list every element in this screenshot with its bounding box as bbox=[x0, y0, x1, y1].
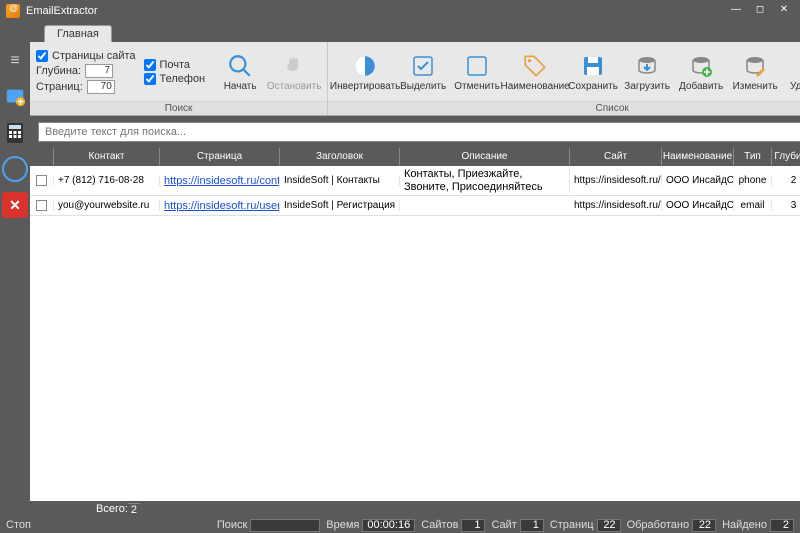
tag-icon bbox=[521, 52, 549, 80]
database-delete-icon bbox=[795, 52, 800, 80]
rename-button[interactable]: Наименование bbox=[504, 44, 566, 99]
opt-site-pages[interactable] bbox=[36, 50, 48, 62]
status-state: Стоп bbox=[6, 519, 31, 531]
save-button[interactable]: Сохранить bbox=[566, 44, 620, 99]
sidebar-badge-icon[interactable] bbox=[0, 82, 30, 112]
col-contact[interactable]: Контакт bbox=[54, 148, 160, 166]
edit-button[interactable]: Изменить bbox=[728, 44, 782, 99]
sidebar-close-icon[interactable]: ✕ bbox=[0, 190, 30, 220]
total-bar: Всего: 2 bbox=[0, 501, 800, 517]
delete-button[interactable]: Удалить bbox=[782, 44, 800, 99]
status-time: 00:00:16 bbox=[362, 519, 415, 532]
status-site: 1 bbox=[520, 519, 544, 532]
check-icon bbox=[409, 52, 437, 80]
tab-main[interactable]: Главная bbox=[44, 25, 112, 42]
save-icon bbox=[579, 52, 607, 80]
col-name[interactable]: Наименование bbox=[662, 148, 734, 166]
opt-mail[interactable] bbox=[144, 59, 156, 71]
results-grid: Контакт Страница Заголовок Описание Сайт… bbox=[30, 148, 800, 501]
invert-button[interactable]: Инвертировать bbox=[334, 44, 396, 99]
minimize-button[interactable]: — bbox=[726, 4, 746, 18]
search-input[interactable] bbox=[38, 122, 800, 142]
row-checkbox[interactable] bbox=[36, 175, 47, 186]
database-load-icon bbox=[633, 52, 661, 80]
depth-spinner[interactable]: 7 bbox=[85, 64, 113, 78]
pages-spinner[interactable]: 70 bbox=[87, 80, 115, 94]
col-description[interactable]: Описание bbox=[400, 148, 570, 166]
maximize-button[interactable]: ◻ bbox=[750, 4, 770, 18]
cancel-button[interactable]: Отменить bbox=[450, 44, 504, 99]
app-icon bbox=[6, 4, 20, 18]
database-edit-icon bbox=[741, 52, 769, 80]
status-sites: 1 bbox=[461, 519, 485, 532]
invert-icon bbox=[351, 52, 379, 80]
table-row[interactable]: +7 (812) 716-08-28 https://insidesoft.ru… bbox=[30, 166, 800, 196]
load-button[interactable]: Загрузить bbox=[620, 44, 674, 99]
start-button[interactable]: Начать bbox=[213, 44, 267, 99]
col-page[interactable]: Страница bbox=[160, 148, 280, 166]
col-type[interactable]: Тип bbox=[734, 148, 772, 166]
status-processed: 22 bbox=[692, 519, 716, 532]
page-link[interactable]: https://insidesoft.ru/contacts/ bbox=[164, 175, 280, 187]
ribbon: Страницы сайта Глубина:7 Страниц:70 Почт… bbox=[30, 42, 800, 116]
col-depth[interactable]: Глубина bbox=[772, 148, 800, 166]
search-icon bbox=[226, 52, 254, 80]
sidebar-circle-icon[interactable] bbox=[0, 154, 30, 184]
status-bar: Стоп Поиск Время00:00:16 Сайтов1 Сайт1 С… bbox=[0, 517, 800, 533]
row-checkbox[interactable] bbox=[36, 200, 47, 211]
select-button[interactable]: Выделить bbox=[396, 44, 450, 99]
hand-icon bbox=[280, 52, 308, 80]
add-button[interactable]: Добавить bbox=[674, 44, 728, 99]
square-icon bbox=[463, 52, 491, 80]
col-site[interactable]: Сайт bbox=[570, 148, 662, 166]
close-button[interactable]: ✕ bbox=[774, 4, 794, 18]
database-add-icon bbox=[687, 52, 715, 80]
sidebar: ≡ ✕ bbox=[0, 42, 30, 501]
sidebar-calculator-icon[interactable] bbox=[0, 118, 30, 148]
opt-phone[interactable] bbox=[144, 73, 156, 85]
stop-button[interactable]: Остановить bbox=[267, 44, 321, 99]
menu-icon[interactable]: ≡ bbox=[0, 46, 30, 76]
page-link[interactable]: https://insidesoft.ru/users/reg... bbox=[164, 200, 280, 212]
status-pages: 22 bbox=[597, 519, 621, 532]
status-found: 2 bbox=[770, 519, 794, 532]
table-row[interactable]: you@yourwebsite.ru https://insidesoft.ru… bbox=[30, 196, 800, 216]
col-title[interactable]: Заголовок bbox=[280, 148, 400, 166]
window-title: EmailExtractor bbox=[26, 5, 726, 17]
status-search bbox=[250, 519, 320, 532]
